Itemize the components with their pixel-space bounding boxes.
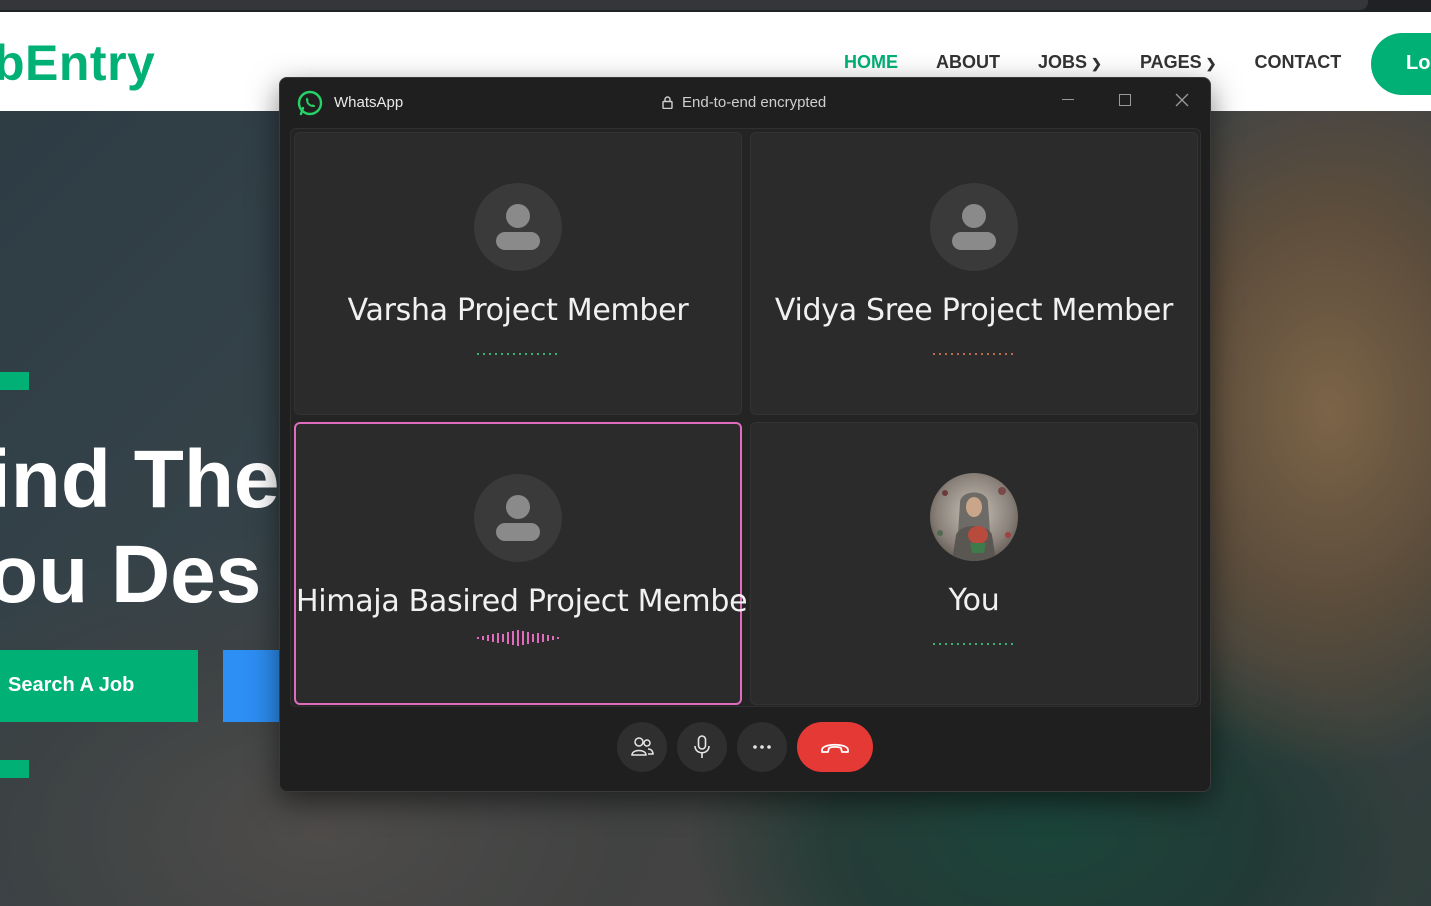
participant-tile-self[interactable]: You xyxy=(750,422,1198,705)
audio-level-dots xyxy=(933,353,1013,355)
more-options-button[interactable] xyxy=(737,722,787,772)
default-avatar-icon xyxy=(474,474,562,562)
participant-tile[interactable]: Varsha Project Member xyxy=(294,132,742,415)
site-logo[interactable]: bEntry xyxy=(0,34,155,92)
menu-item-home[interactable]: HOME xyxy=(844,52,898,73)
default-avatar-icon xyxy=(930,183,1018,271)
menu-item-label: PAGES xyxy=(1139,52,1202,72)
chevron-down-icon: ❯ xyxy=(1205,56,1217,71)
minimize-icon xyxy=(1062,99,1074,100)
audio-waveform-icon xyxy=(477,630,559,646)
close-icon xyxy=(1175,93,1189,107)
menu-item-label: JOBS xyxy=(1038,52,1088,72)
call-controls xyxy=(280,722,1210,772)
microphone-icon xyxy=(694,735,710,758)
menu-item-pages[interactable]: PAGES ❯ xyxy=(1140,52,1217,73)
lock-icon xyxy=(662,96,673,109)
whatsapp-call-window: WhatsApp End-to-end encrypted Varsha Pro… xyxy=(279,77,1211,792)
menu-item-label: CONTACT xyxy=(1254,52,1342,72)
participant-tile[interactable]: Vidya Sree Project Member xyxy=(750,132,1198,415)
end-call-icon xyxy=(821,743,849,753)
participants-icon xyxy=(631,737,654,756)
browser-tab-strip xyxy=(0,0,1431,12)
default-avatar-icon xyxy=(474,183,562,271)
app-name: WhatsApp xyxy=(334,94,404,111)
search-job-button[interactable]: Search A Job xyxy=(0,650,198,722)
maximize-button[interactable] xyxy=(1105,86,1145,114)
browser-address-bar[interactable] xyxy=(0,0,1368,10)
menu-item-about[interactable]: ABOUT xyxy=(936,52,1000,73)
participant-name: Varsha Project Member xyxy=(347,293,689,328)
audio-level-dots xyxy=(933,643,1013,645)
whatsapp-logo-icon xyxy=(297,90,323,116)
hero-title-line-2: ou Des xyxy=(0,529,262,620)
login-button[interactable]: Lo xyxy=(1371,33,1431,95)
window-titlebar[interactable]: WhatsApp End-to-end encrypted xyxy=(280,78,1210,128)
microphone-button[interactable] xyxy=(677,722,727,772)
minimize-button[interactable] xyxy=(1048,86,1088,114)
site-menu: HOME ABOUT JOBS ❯ PAGES ❯ CONTACT xyxy=(844,52,1379,73)
menu-item-label: HOME xyxy=(844,52,898,72)
encryption-label: End-to-end encrypted xyxy=(682,94,827,111)
chevron-down-icon: ❯ xyxy=(1091,56,1102,71)
participant-name: You xyxy=(948,583,1000,618)
more-icon xyxy=(753,745,771,749)
encryption-status: End-to-end encrypted xyxy=(662,94,826,111)
maximize-icon xyxy=(1119,94,1131,106)
end-call-button[interactable] xyxy=(797,722,873,772)
audio-level-dots xyxy=(477,353,557,355)
menu-item-jobs[interactable]: JOBS ❯ xyxy=(1038,52,1102,73)
participant-name: Vidya Sree Project Member xyxy=(774,293,1174,328)
participant-tile-speaking[interactable]: Himaja Basired Project Member xyxy=(294,422,760,705)
menu-item-label: ABOUT xyxy=(936,52,1000,72)
participants-button[interactable] xyxy=(617,722,667,772)
hero-title-line-1: ind The xyxy=(0,434,280,525)
participant-name: Himaja Basired Project Member xyxy=(296,584,760,619)
close-button[interactable] xyxy=(1162,86,1202,114)
profile-photo-avatar xyxy=(930,473,1018,561)
participant-grid: Varsha Project Member Vidya Sree Project… xyxy=(290,128,1201,707)
hero-accent-bar xyxy=(0,372,29,390)
hero-accent-bar xyxy=(0,760,29,778)
menu-item-contact[interactable]: CONTACT xyxy=(1255,52,1342,73)
